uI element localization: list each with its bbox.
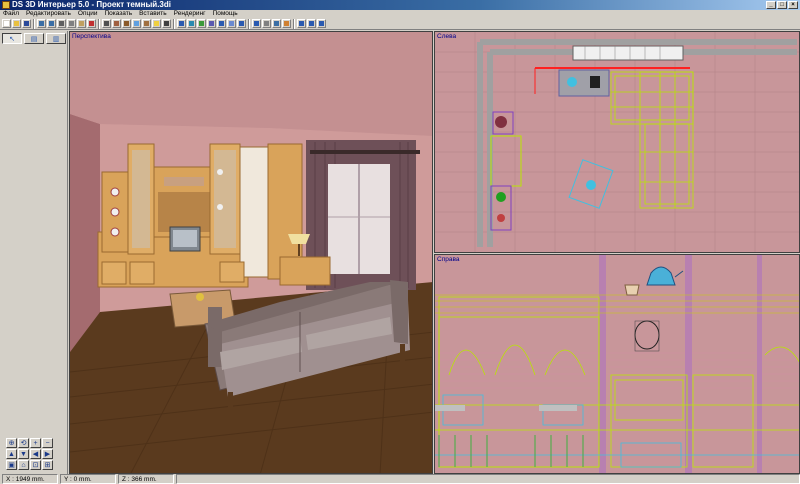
toolbar-separator — [33, 18, 35, 29]
viewport-label-right: Справа — [437, 256, 460, 263]
align-icon[interactable] — [237, 19, 246, 28]
status-y: Y : 0 mm. — [60, 474, 116, 484]
turn-right-icon[interactable]: ▶ — [42, 449, 53, 459]
viewport-label-left: Слева — [437, 33, 457, 40]
fit-view-icon[interactable]: ▣ — [6, 460, 17, 470]
print-icon[interactable] — [102, 19, 111, 28]
ungroup-icon[interactable] — [227, 19, 236, 28]
side-table — [279, 256, 331, 286]
zoom-all-icon[interactable]: ⊞ — [42, 460, 53, 470]
menu-bar: Файл Редактировать Опции Показать Встави… — [0, 10, 800, 18]
left-tool-panel: ↖ ▤ ▥ ⊕ ⟲ + − ▲ ▼ ◀ ▶ ▣ ⌂ ⊡ ⊞ — [0, 31, 68, 474]
view-4-icon[interactable] — [317, 19, 326, 28]
cut-icon[interactable] — [57, 19, 66, 28]
toolbar-separator — [293, 18, 295, 29]
redo-icon[interactable] — [47, 19, 56, 28]
perspective-viewport[interactable]: Перспектива — [69, 31, 433, 474]
snap-icon[interactable] — [252, 19, 261, 28]
render-icon[interactable] — [282, 19, 291, 28]
title-bar[interactable]: DS 3D Интерьер 5.0 - Проект темный.3di _… — [0, 0, 800, 10]
camera-icon[interactable] — [162, 19, 171, 28]
menu-options[interactable]: Опции — [78, 10, 98, 18]
app-window: DS 3D Интерьер 5.0 - Проект темный.3di _… — [0, 0, 800, 484]
navigation-controls: ⊕ ⟲ + − ▲ ▼ ◀ ▶ ▣ ⌂ ⊡ ⊞ — [6, 438, 53, 470]
viewport-label-perspective: Перспектива — [72, 33, 111, 40]
menu-help[interactable]: Помощь — [213, 10, 238, 18]
copy-icon[interactable] — [67, 19, 76, 28]
undo-icon[interactable] — [37, 19, 46, 28]
status-bar: X : 1949 mm. Y : 0 mm. Z : 366 mm. — [0, 474, 800, 484]
scale-icon[interactable] — [197, 19, 206, 28]
right-viewport[interactable]: Справа — [434, 254, 800, 474]
move-icon[interactable] — [177, 19, 186, 28]
grid-icon[interactable] — [262, 19, 271, 28]
select-mode-button[interactable]: ↖ — [2, 33, 22, 44]
orbit-icon[interactable]: ⟲ — [18, 438, 29, 448]
left-viewport[interactable]: Слева — [434, 31, 800, 253]
move-up-icon[interactable]: ▲ — [6, 449, 17, 459]
minimize-button[interactable]: _ — [766, 1, 776, 9]
zoom-icon[interactable] — [272, 19, 281, 28]
zoom-in-icon[interactable]: + — [30, 438, 41, 448]
floor-icon[interactable] — [142, 19, 151, 28]
rotate-icon[interactable] — [187, 19, 196, 28]
light-icon[interactable] — [152, 19, 161, 28]
elevation-scene — [435, 255, 799, 473]
delete-icon[interactable] — [87, 19, 96, 28]
catalog-mode-button[interactable]: ▤ — [24, 33, 44, 44]
move-down-icon[interactable]: ▼ — [18, 449, 29, 459]
reset-view-icon[interactable]: ⌂ — [18, 460, 29, 470]
menu-render[interactable]: Рендеринг — [174, 10, 206, 18]
menu-insert[interactable]: Вставить — [139, 10, 167, 18]
view-1-icon[interactable] — [297, 19, 306, 28]
menu-edit[interactable]: Редактировать — [26, 10, 71, 18]
status-z: Z : 366 mm. — [118, 474, 174, 484]
zoom-out-icon[interactable]: − — [42, 438, 53, 448]
menu-view[interactable]: Показать — [104, 10, 132, 18]
perspective-scene — [70, 32, 432, 473]
catalog-icon: ▤ — [30, 35, 38, 43]
maximize-button[interactable]: □ — [777, 1, 787, 9]
properties-mode-button[interactable]: ▥ — [46, 33, 66, 44]
new-icon[interactable] — [2, 19, 11, 28]
status-spacer — [176, 474, 800, 484]
properties-icon: ▥ — [52, 35, 60, 43]
close-button[interactable]: × — [788, 1, 798, 9]
mirror-icon[interactable] — [207, 19, 216, 28]
window-icon[interactable] — [132, 19, 141, 28]
zoom-window-icon[interactable]: ⊡ — [30, 460, 41, 470]
window-title: DS 3D Интерьер 5.0 - Проект темный.3di — [12, 0, 171, 9]
pan-icon[interactable]: ⊕ — [6, 438, 17, 448]
pointer-icon: ↖ — [9, 35, 15, 43]
toolbar-separator — [248, 18, 250, 29]
turn-left-icon[interactable]: ◀ — [30, 449, 41, 459]
toolbar-separator — [173, 18, 175, 29]
wall-icon[interactable] — [112, 19, 121, 28]
paste-icon[interactable] — [77, 19, 86, 28]
plan-window — [572, 45, 684, 61]
save-icon[interactable] — [22, 19, 31, 28]
group-icon[interactable] — [217, 19, 226, 28]
menu-file[interactable]: Файл — [3, 10, 19, 18]
open-icon[interactable] — [12, 19, 21, 28]
main-toolbar — [0, 18, 800, 30]
app-icon — [2, 1, 10, 9]
status-x: X : 1949 mm. — [2, 474, 58, 484]
plan-scene — [435, 32, 799, 252]
toolbar-separator — [98, 18, 100, 29]
door-icon[interactable] — [122, 19, 131, 28]
view-2-icon[interactable] — [307, 19, 316, 28]
